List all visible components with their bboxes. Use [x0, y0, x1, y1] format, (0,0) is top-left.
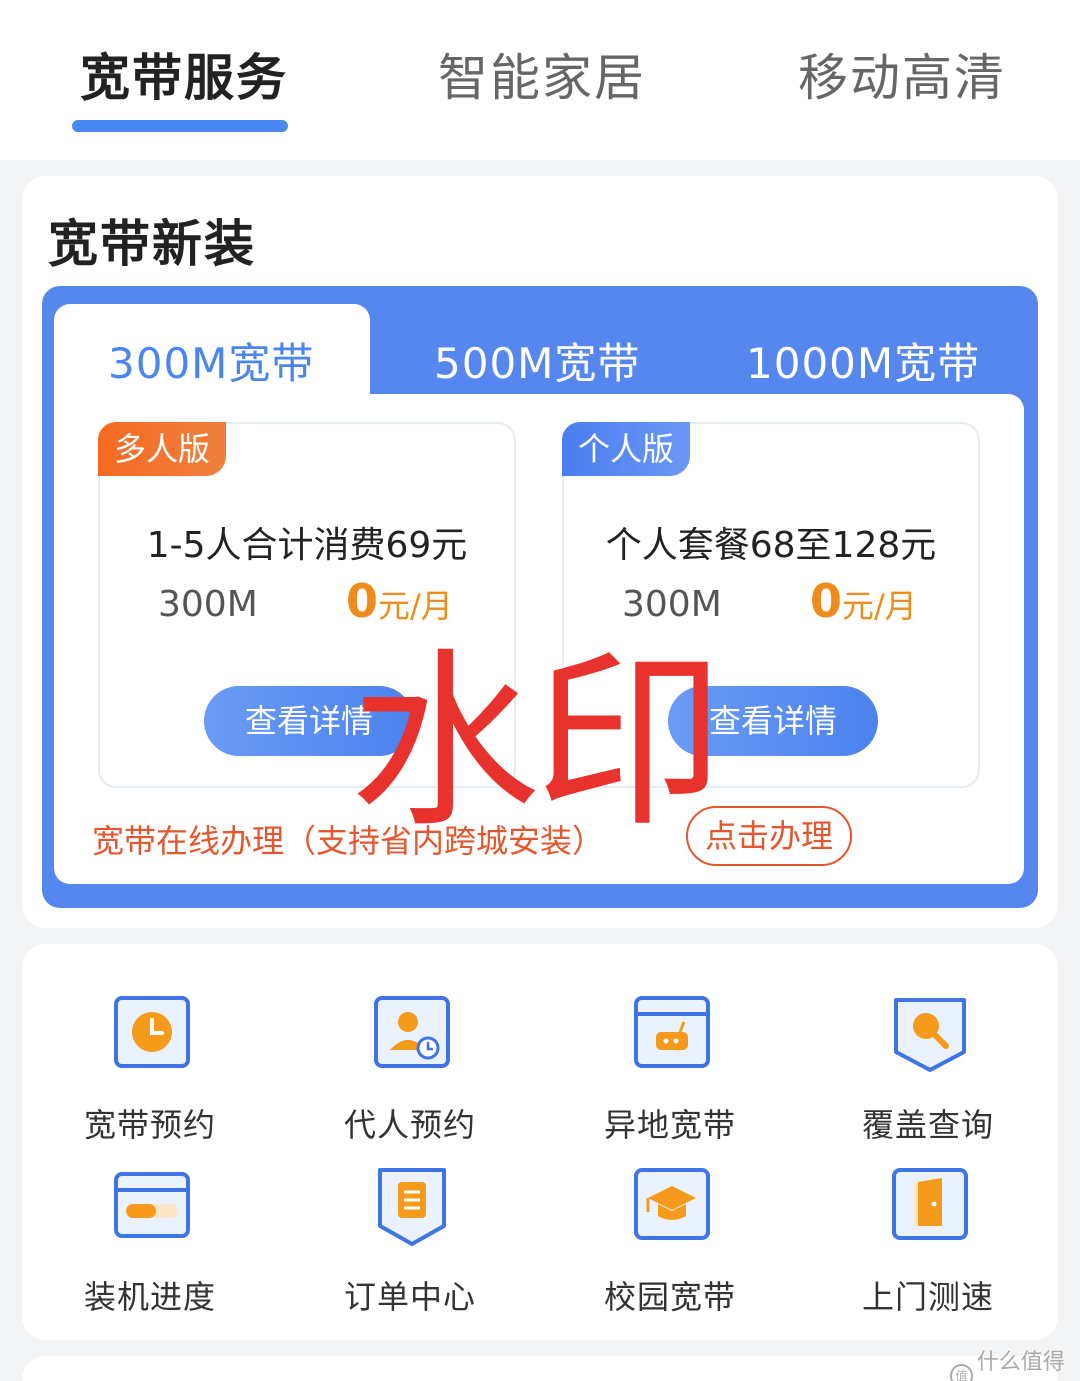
- clock-icon: [114, 996, 190, 1068]
- service-campus-broadband[interactable]: 校园宽带: [570, 1164, 770, 1324]
- new-install-card: 宽带新装 300M宽带 500M宽带 1000M宽带 多人版 1-5人合计消费6…: [22, 176, 1058, 928]
- online-apply-text: 宽带在线办理（支持省内跨城安装）: [92, 822, 605, 860]
- price-value: 0: [346, 574, 379, 628]
- plan-price: 0元/月: [346, 574, 453, 628]
- view-details-button[interactable]: 查看详情: [668, 686, 878, 756]
- plan-speed: 300M: [158, 584, 258, 625]
- service-label: 校园宽带: [603, 1278, 736, 1316]
- tab-broadband-service[interactable]: 宽带服务: [80, 38, 288, 110]
- brand-logo-icon: 值: [950, 1364, 973, 1381]
- service-label: 装机进度: [83, 1278, 216, 1316]
- service-remote-broadband[interactable]: 异地宽带: [570, 992, 770, 1152]
- plan-badge: 个人版: [562, 422, 691, 476]
- price-unit: 元/月: [842, 587, 917, 625]
- section-title: 宽带新装: [48, 215, 256, 273]
- active-tab-indicator: [72, 120, 288, 132]
- plan-description: 1-5人合计消费69元: [146, 525, 468, 566]
- services-card: 宽带预约 代人预约 异地宽带 覆盖查询 装机进度 订单中心 校园宽带 上门测速: [22, 944, 1058, 1340]
- plan-speed: 300M: [622, 584, 722, 625]
- service-proxy-booking[interactable]: 代人预约: [310, 992, 510, 1152]
- apply-button[interactable]: 点击办理: [686, 806, 852, 866]
- plan-card-multi[interactable]: 多人版 1-5人合计消费69元 300M 0元/月 查看详情: [98, 422, 516, 788]
- service-label: 上门测速: [861, 1278, 994, 1316]
- tab-500m[interactable]: 500M宽带: [434, 330, 640, 391]
- top-tab-bar: 宽带服务 智能家居 移动高清: [0, 0, 1080, 160]
- router-icon: [634, 996, 710, 1068]
- tab-300m[interactable]: 300M宽带: [108, 330, 314, 391]
- plan-badge: 多人版: [98, 422, 227, 476]
- service-order-center[interactable]: 订单中心: [310, 1164, 510, 1324]
- service-label: 代人预约: [343, 1106, 476, 1144]
- service-label: 异地宽带: [603, 1106, 736, 1144]
- tab-mobile-hd[interactable]: 移动高清: [798, 38, 1006, 110]
- price-unit: 元/月: [378, 587, 453, 625]
- tab-1000m[interactable]: 1000M宽带: [746, 330, 980, 391]
- tab-smart-home[interactable]: 智能家居: [438, 38, 646, 110]
- brand-name: 什么值得买: [976, 1350, 1065, 1375]
- price-value: 0: [810, 574, 843, 628]
- service-onsite-speedtest[interactable]: 上门测速: [828, 1164, 1028, 1324]
- plan-description: 个人套餐68至128元: [605, 525, 937, 566]
- plan-panel: 300M宽带 500M宽带 1000M宽带 多人版 1-5人合计消费69元 30…: [42, 286, 1038, 908]
- graduation-cap-icon: [634, 1168, 710, 1240]
- service-broadband-booking[interactable]: 宽带预约: [50, 992, 250, 1152]
- order-list-icon: [378, 1168, 446, 1246]
- service-label: 宽带预约: [83, 1106, 216, 1144]
- service-install-progress[interactable]: 装机进度: [50, 1164, 250, 1324]
- plan-price: 0元/月: [810, 574, 917, 628]
- service-label: 订单中心: [343, 1278, 476, 1316]
- search-icon: [894, 998, 966, 1072]
- brand-watermark: 值 什么值得买: [950, 1344, 1080, 1381]
- next-card-peek: [22, 1356, 1058, 1381]
- person-clock-icon: [374, 996, 450, 1068]
- door-icon: [892, 1168, 968, 1240]
- service-label: 覆盖查询: [861, 1106, 994, 1144]
- plan-card-personal[interactable]: 个人版 个人套餐68至128元 300M 0元/月 查看详情: [562, 422, 980, 788]
- progress-card-icon: [114, 1172, 190, 1238]
- view-details-button[interactable]: 查看详情: [204, 686, 414, 756]
- service-coverage-query[interactable]: 覆盖查询: [828, 992, 1028, 1152]
